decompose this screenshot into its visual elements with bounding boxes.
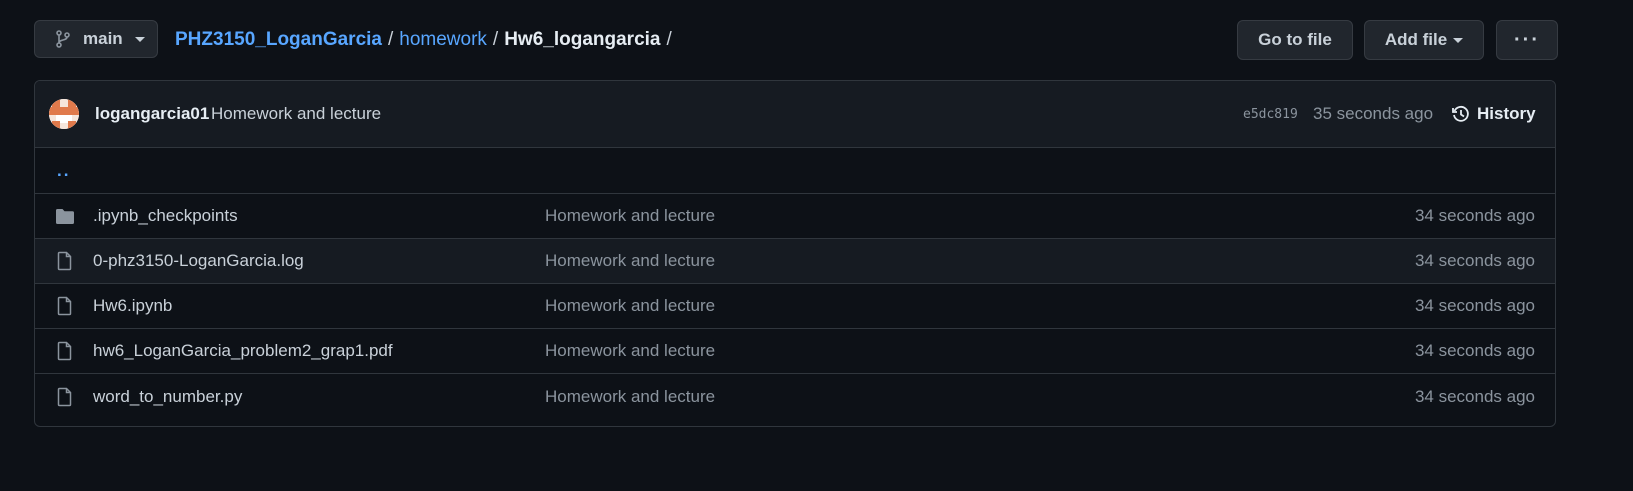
git-branch-icon <box>56 30 70 48</box>
go-to-file-label: Go to file <box>1258 30 1332 49</box>
file-commit-time: 34 seconds ago <box>1414 206 1535 225</box>
file-commit-time: 34 seconds ago <box>1414 386 1535 406</box>
avatar[interactable] <box>49 99 79 129</box>
latest-commit-bar: logangarcia01 Homework and lecture e5dc8… <box>35 81 1555 148</box>
history-icon <box>1452 105 1469 122</box>
go-to-file-button[interactable]: Go to file <box>1237 20 1353 60</box>
file-row[interactable]: hw6_LoganGarcia_problem2_grap1.pdf Homew… <box>35 329 1555 374</box>
repo-header: main PHZ3150_LoganGarcia / homework / Hw… <box>34 20 1558 60</box>
history-link[interactable]: History <box>1451 104 1536 124</box>
kebab-icon: ··· <box>1514 28 1540 51</box>
more-options-button[interactable]: ··· <box>1496 20 1558 60</box>
parent-directory-row[interactable]: .. <box>35 148 1555 194</box>
branch-select-button[interactable]: main <box>34 20 158 58</box>
file-commit-message[interactable]: Homework and lecture <box>545 251 715 271</box>
file-icon <box>57 296 72 316</box>
chevron-down-icon <box>1453 37 1464 43</box>
commit-time: 35 seconds ago <box>1313 104 1434 123</box>
parent-directory-link[interactable]: .. <box>57 161 70 181</box>
breadcrumb-repo-link[interactable]: PHZ3150_LoganGarcia <box>175 29 382 51</box>
file-commit-message[interactable]: Homework and lecture <box>545 206 715 226</box>
file-row[interactable]: .ipynb_checkpoints Homework and lecture … <box>35 194 1555 239</box>
file-commit-time: 34 seconds ago <box>1414 251 1535 270</box>
file-row[interactable]: word_to_number.py Homework and lecture 3… <box>35 374 1555 419</box>
file-commit-message[interactable]: Homework and lecture <box>545 387 715 407</box>
file-name-link[interactable]: hw6_LoganGarcia_problem2_grap1.pdf <box>93 341 393 361</box>
file-row[interactable]: Hw6.ipynb Homework and lecture 34 second… <box>35 284 1555 329</box>
breadcrumb-separator: / <box>387 29 394 50</box>
file-icon <box>57 341 72 361</box>
breadcrumb: PHZ3150_LoganGarcia / homework / Hw6_log… <box>175 20 678 60</box>
file-icon <box>57 387 72 406</box>
add-file-label: Add file <box>1384 30 1448 49</box>
add-file-button[interactable]: Add file <box>1364 20 1484 60</box>
file-browser: logangarcia01 Homework and lecture e5dc8… <box>34 80 1556 427</box>
file-commit-time: 34 seconds ago <box>1414 341 1535 360</box>
folder-icon <box>56 209 74 224</box>
file-icon <box>57 251 72 271</box>
file-name-link[interactable]: word_to_number.py <box>93 387 242 407</box>
file-commit-message[interactable]: Homework and lecture <box>545 341 715 361</box>
breadcrumb-separator: / <box>666 29 672 50</box>
file-commit-message[interactable]: Homework and lecture <box>545 296 715 316</box>
file-name-link[interactable]: .ipynb_checkpoints <box>93 206 238 226</box>
breadcrumb-folder-link[interactable]: homework <box>399 29 487 51</box>
file-name-link[interactable]: Hw6.ipynb <box>93 296 172 316</box>
chevron-down-icon <box>134 36 145 42</box>
file-row[interactable]: 0-phz3150-LoganGarcia.log Homework and l… <box>35 239 1555 284</box>
breadcrumb-current: Hw6_logangarcia <box>504 29 661 50</box>
identicon-icon <box>49 99 79 129</box>
commit-sha-link[interactable]: e5dc819 <box>1243 107 1298 122</box>
commit-message-link[interactable]: Homework and lecture <box>211 104 381 124</box>
history-label: History <box>1477 104 1536 123</box>
breadcrumb-separator: / <box>492 29 499 50</box>
file-commit-time: 34 seconds ago <box>1414 296 1535 315</box>
commit-author-link[interactable]: logangarcia01 <box>95 104 209 124</box>
branch-name: main <box>83 29 123 48</box>
file-name-link[interactable]: 0-phz3150-LoganGarcia.log <box>93 251 304 271</box>
